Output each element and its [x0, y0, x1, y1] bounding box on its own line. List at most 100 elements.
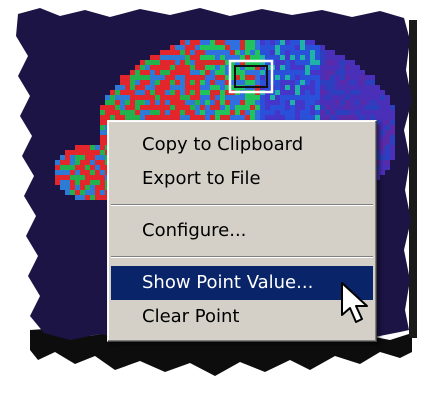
heatmap-cell: [65, 155, 70, 160]
heatmap-cell: [190, 110, 195, 115]
heatmap-cell: [340, 65, 345, 70]
heatmap-cell: [135, 90, 140, 95]
heatmap-cell: [260, 75, 265, 80]
heatmap-cell: [200, 40, 205, 45]
heatmap-cell: [85, 185, 90, 190]
heatmap-cell: [175, 80, 180, 85]
heatmap-cell: [270, 40, 275, 45]
heatmap-cell: [270, 105, 275, 110]
heatmap-cell: [335, 85, 340, 90]
heatmap-cell: [160, 80, 165, 85]
heatmap-cell: [185, 100, 190, 105]
heatmap-cell: [300, 55, 305, 60]
heatmap-cell: [130, 110, 135, 115]
heatmap-cell: [190, 105, 195, 110]
heatmap-cell: [185, 90, 190, 95]
heatmap-cell: [295, 100, 300, 105]
heatmap-cell: [205, 50, 210, 55]
heatmap-cell: [60, 170, 65, 175]
heatmap-cell: [105, 110, 110, 115]
heatmap-cell: [150, 85, 155, 90]
heatmap-cell: [295, 85, 300, 90]
heatmap-cell: [255, 40, 260, 45]
heatmap-cell: [320, 80, 325, 85]
heatmap-cell: [310, 110, 315, 115]
heatmap-cell: [315, 60, 320, 65]
heatmap-cell: [155, 65, 160, 70]
heatmap-cell: [185, 40, 190, 45]
heatmap-cell: [190, 70, 195, 75]
menu-item-export-to-file[interactable]: Export to File: [108, 162, 376, 196]
heatmap-cell: [180, 100, 185, 105]
heatmap-cell: [255, 105, 260, 110]
heatmap-cell: [145, 75, 150, 80]
heatmap-cell: [310, 75, 315, 80]
heatmap-cell: [390, 130, 395, 135]
heatmap-cell: [140, 80, 145, 85]
heatmap-cell: [320, 105, 325, 110]
heatmap-cell: [205, 65, 210, 70]
heatmap-cell: [380, 100, 385, 105]
heatmap-cell: [375, 110, 380, 115]
menu-item-configure[interactable]: Configure...: [108, 214, 376, 248]
heatmap-cell: [75, 180, 80, 185]
heatmap-cell: [145, 100, 150, 105]
heatmap-cell: [175, 70, 180, 75]
heatmap-cell: [230, 95, 235, 100]
heatmap-cell: [210, 75, 215, 80]
heatmap-cell: [130, 75, 135, 80]
heatmap-cell: [60, 160, 65, 165]
heatmap-cell: [150, 60, 155, 65]
heatmap-cell: [250, 55, 255, 60]
heatmap-cell: [360, 110, 365, 115]
heatmap-cell: [370, 110, 375, 115]
heatmap-cell: [65, 150, 70, 155]
heatmap-cell: [320, 55, 325, 60]
heatmap-cell: [390, 120, 395, 125]
heatmap-cell: [305, 60, 310, 65]
heatmap-cell: [85, 165, 90, 170]
heatmap-cell: [340, 100, 345, 105]
right-edge-strip: [409, 20, 417, 338]
menu-item-show-point-value[interactable]: Show Point Value...: [111, 266, 373, 300]
menu-item-clear-point[interactable]: Clear Point: [108, 300, 376, 334]
heatmap-cell: [330, 105, 335, 110]
heatmap-cell: [335, 105, 340, 110]
heatmap-cell: [305, 50, 310, 55]
heatmap-cell: [280, 80, 285, 85]
heatmap-cell: [175, 90, 180, 95]
heatmap-cell: [155, 75, 160, 80]
heatmap-cell: [260, 100, 265, 105]
heatmap-cell: [55, 160, 60, 165]
heatmap-cell: [170, 110, 175, 115]
heatmap-cell: [270, 45, 275, 50]
heatmap-cell: [90, 195, 95, 200]
heatmap-cell: [380, 130, 385, 135]
heatmap-cell: [380, 145, 385, 150]
heatmap-cell: [240, 110, 245, 115]
heatmap-cell: [280, 95, 285, 100]
heatmap-cell: [220, 80, 225, 85]
heatmap-cell: [390, 140, 395, 145]
heatmap-cell: [205, 55, 210, 60]
heatmap-cell: [75, 155, 80, 160]
heatmap-cell: [200, 50, 205, 55]
heatmap-cell: [320, 50, 325, 55]
heatmap-cell: [385, 165, 390, 170]
heatmap-cell: [225, 95, 230, 100]
heatmap-cell: [300, 80, 305, 85]
heatmap-cell: [275, 55, 280, 60]
heatmap-cell: [215, 110, 220, 115]
heatmap-cell: [390, 145, 395, 150]
heatmap-cell: [175, 105, 180, 110]
menu-item-copy-to-clipboard[interactable]: Copy to Clipboard: [108, 128, 376, 162]
heatmap-cell: [290, 75, 295, 80]
heatmap-cell: [230, 50, 235, 55]
heatmap-cell: [210, 40, 215, 45]
heatmap-cell: [370, 90, 375, 95]
heatmap-cell: [345, 85, 350, 90]
heatmap-cell: [330, 60, 335, 65]
heatmap-cell: [285, 105, 290, 110]
heatmap-cell: [155, 100, 160, 105]
heatmap-cell: [140, 70, 145, 75]
